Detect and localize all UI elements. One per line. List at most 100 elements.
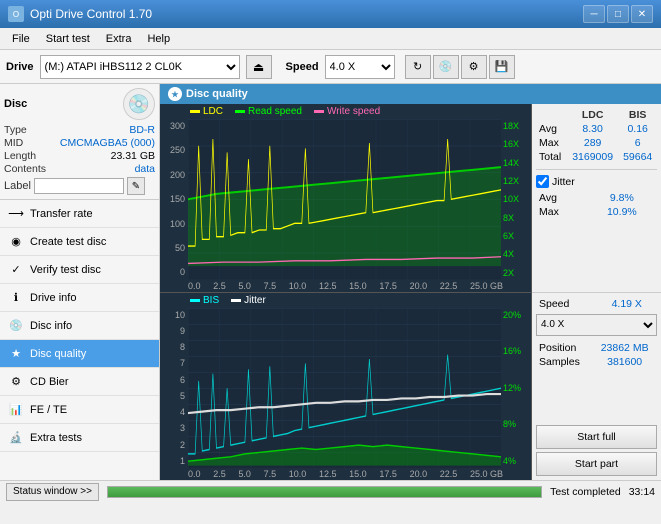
speed-select[interactable]: 4.0 X xyxy=(325,55,395,79)
disc-icon[interactable]: 💿 xyxy=(433,55,459,79)
start-full-button[interactable]: Start full xyxy=(536,425,657,449)
stats-table: LDC BIS Avg 8.30 0.16 Max 289 6 xyxy=(536,108,657,164)
sidebar-item-label: Create test disc xyxy=(30,236,106,248)
cd-bier-icon: ⚙ xyxy=(8,374,24,390)
avg-label: Avg xyxy=(536,122,567,136)
speed-label: Speed xyxy=(536,297,597,311)
jitter-checkbox[interactable] xyxy=(536,175,549,188)
bottom-stats: Speed 4.19 X 4.0 X Position 23862 MB xyxy=(532,292,661,481)
sidebar-item-drive-info[interactable]: ℹ Drive info xyxy=(0,284,159,312)
app-icon: O xyxy=(8,6,24,22)
sidebar-item-label: Verify test disc xyxy=(30,264,101,276)
drive-info-icon: ℹ xyxy=(8,290,24,306)
ldc-legend: LDC xyxy=(203,106,223,117)
speed-dropdown[interactable]: 4.0 X xyxy=(536,314,657,336)
bis-col-header: BIS xyxy=(618,108,657,122)
top-chart-svg xyxy=(188,119,501,280)
sidebar-item-fe-te[interactable]: 📊 FE / TE xyxy=(0,396,159,424)
sidebar-item-label: Transfer rate xyxy=(30,208,93,220)
max-label: Max xyxy=(536,136,567,150)
disc-quality-icon: ★ xyxy=(8,346,24,362)
start-part-button[interactable]: Start part xyxy=(536,452,657,476)
eject-button[interactable]: ⏏ xyxy=(246,55,272,79)
max-bis: 6 xyxy=(618,136,657,150)
bottom-y-axis-right: 20%16%12%8%4% xyxy=(501,308,531,469)
drive-select[interactable]: (M:) ATAPI iHBS112 2 CL0K xyxy=(40,55,240,79)
chart-header: ★ Disc quality xyxy=(160,84,661,104)
sidebar-item-label: Drive info xyxy=(30,292,76,304)
jitter-legend: Jitter xyxy=(244,295,266,306)
label-input[interactable] xyxy=(34,178,124,194)
menu-help[interactable]: Help xyxy=(139,31,178,47)
status-time: 33:14 xyxy=(629,486,655,498)
total-ldc: 3169009 xyxy=(567,150,618,164)
sidebar-item-transfer-rate[interactable]: ⟶ Transfer rate xyxy=(0,200,159,228)
drive-bar: Drive (M:) ATAPI iHBS112 2 CL0K ⏏ Speed … xyxy=(0,50,661,84)
status-window-button[interactable]: Status window >> xyxy=(6,483,99,501)
bottom-legend: BIS Jitter xyxy=(160,293,531,308)
sidebar-item-create-test-disc[interactable]: ◉ Create test disc xyxy=(0,228,159,256)
length-value: 23.31 GB xyxy=(111,150,155,162)
contents-label: Contents xyxy=(4,163,46,175)
position-value: 23862 MB xyxy=(592,341,657,355)
ldc-col-header: LDC xyxy=(567,108,618,122)
sidebar-item-label: FE / TE xyxy=(30,404,67,416)
chart-title: Disc quality xyxy=(186,88,248,100)
bis-legend: BIS xyxy=(203,295,219,306)
total-bis: 59664 xyxy=(618,150,657,164)
status-text: Test completed xyxy=(550,486,621,498)
max-ldc: 289 xyxy=(567,136,618,150)
disc-image: 💿 xyxy=(123,88,155,120)
app-title: Opti Drive Control 1.70 xyxy=(30,7,152,21)
bottom-chart-area: BIS Jitter 10987654321 xyxy=(160,293,531,481)
maximize-button[interactable]: □ xyxy=(607,5,629,23)
menu-start-test[interactable]: Start test xyxy=(38,31,98,47)
menu-file[interactable]: File xyxy=(4,31,38,47)
top-stats: LDC BIS Avg 8.30 0.16 Max 289 6 xyxy=(532,104,661,292)
settings-icon[interactable]: ⚙ xyxy=(461,55,487,79)
bottom-chart-svg xyxy=(188,308,501,469)
sidebar-item-disc-info[interactable]: 💿 Disc info xyxy=(0,312,159,340)
avg-bis: 0.16 xyxy=(618,122,657,136)
contents-value: data xyxy=(135,163,155,175)
refresh-icon[interactable]: ↻ xyxy=(405,55,431,79)
top-y-axis-right: 18X16X14X12X10X8X6X4X2X xyxy=(501,119,531,280)
speed-stats-table: Speed 4.19 X xyxy=(536,297,657,311)
sidebar-item-label: Disc quality xyxy=(30,348,86,360)
sidebar-item-disc-quality[interactable]: ★ Disc quality xyxy=(0,340,159,368)
sidebar-item-label: Disc info xyxy=(30,320,72,332)
speed-value: 4.19 X xyxy=(597,297,658,311)
avg-ldc: 8.30 xyxy=(567,122,618,136)
close-button[interactable]: ✕ xyxy=(631,5,653,23)
disc-title: Disc xyxy=(4,98,27,110)
jitter-check-row: Jitter xyxy=(536,175,657,188)
save-icon[interactable]: 💾 xyxy=(489,55,515,79)
sidebar-nav: ⟶ Transfer rate ◉ Create test disc ✓ Ver… xyxy=(0,200,159,480)
speed-label: Speed xyxy=(286,61,319,73)
max-jitter: 10.9% xyxy=(587,205,657,219)
mid-label: MID xyxy=(4,137,23,149)
samples-label: Samples xyxy=(536,355,592,369)
progress-bar xyxy=(107,486,542,498)
top-chart-area: LDC Read speed Write speed 3002502001501… xyxy=(160,104,531,293)
label-edit-button[interactable]: ✎ xyxy=(127,177,145,195)
minimize-button[interactable]: ─ xyxy=(583,5,605,23)
jitter-stats-table: Avg 9.8% Max 10.9% xyxy=(536,191,657,219)
sidebar-item-cd-bier[interactable]: ⚙ CD Bier xyxy=(0,368,159,396)
samples-value: 381600 xyxy=(592,355,657,369)
main-content: Disc 💿 Type BD-R MID CMCMAGBA5 (000) Len… xyxy=(0,84,661,480)
disc-panel: Disc 💿 Type BD-R MID CMCMAGBA5 (000) Len… xyxy=(0,84,159,200)
avg-jitter: 9.8% xyxy=(587,191,657,205)
sidebar-item-extra-tests[interactable]: 🔬 Extra tests xyxy=(0,424,159,452)
extra-tests-icon: 🔬 xyxy=(8,430,24,446)
menu-extra[interactable]: Extra xyxy=(98,31,140,47)
create-test-icon: ◉ xyxy=(8,234,24,250)
top-legend: LDC Read speed Write speed xyxy=(160,104,531,119)
sidebar-item-verify-test-disc[interactable]: ✓ Verify test disc xyxy=(0,256,159,284)
sidebar-item-label: CD Bier xyxy=(30,376,69,388)
sidebar-item-label: Extra tests xyxy=(30,432,82,444)
drive-label: Drive xyxy=(6,61,34,73)
position-label: Position xyxy=(536,341,592,355)
verify-icon: ✓ xyxy=(8,262,24,278)
top-x-labels: 0.02.55.07.510.012.515.017.520.022.525.0… xyxy=(160,280,531,292)
